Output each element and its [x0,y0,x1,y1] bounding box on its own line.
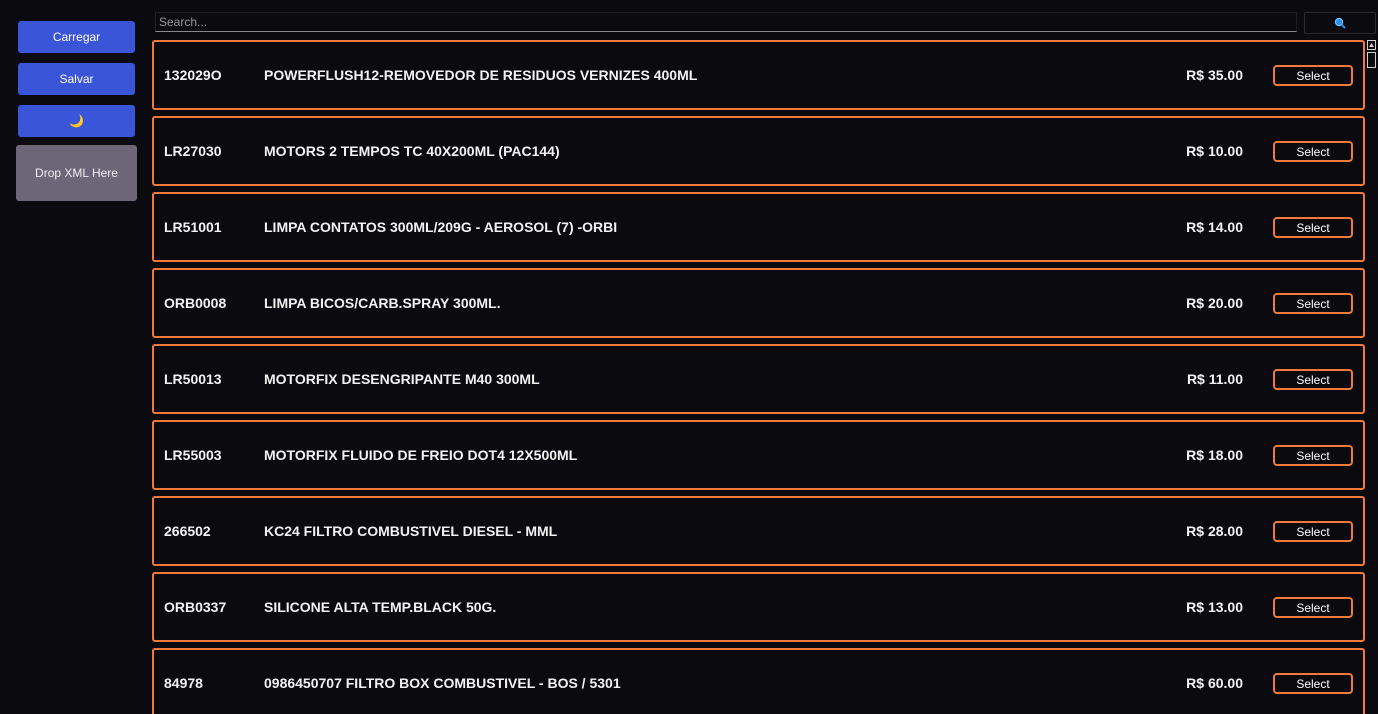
select-button[interactable]: Select [1273,369,1353,390]
product-description: MOTORS 2 TEMPOS TC 40X200ML (PAC144) [264,143,560,159]
xml-drop-zone[interactable]: Drop XML Here [16,145,137,201]
product-row: LR27030 MOTORS 2 TEMPOS TC 40X200ML (PAC1… [152,116,1365,186]
product-list: 132029O POWERFLUSH12-REMOVEDOR DE RESIDUO… [152,40,1365,714]
theme-toggle-button[interactable]: 🌙 [18,105,135,137]
select-button[interactable]: Select [1273,673,1353,694]
product-price: R$ 28.00 [1186,523,1243,539]
search-button[interactable] [1304,12,1376,34]
select-button[interactable]: Select [1273,217,1353,238]
product-row: ORB0008 LIMPA BICOS/CARB.SPRAY 300ML. R$ 2… [152,268,1365,338]
product-description: LIMPA BICOS/CARB.SPRAY 300ML. [264,295,501,311]
select-button[interactable]: Select [1273,521,1353,542]
save-button[interactable]: Salvar [18,63,135,95]
product-code: 84978 [164,675,203,691]
product-row: 266502 KC24 FILTRO COMBUSTIVEL DIESEL - M… [152,496,1365,566]
search-input[interactable] [155,12,1297,32]
select-button[interactable]: Select [1273,445,1353,466]
load-button[interactable]: Carregar [18,21,135,53]
product-description: MOTORFIX FLUIDO DE FREIO DOT4 12X500ML [264,447,578,463]
product-code: 266502 [164,523,211,539]
scroll-up-arrow[interactable] [1367,40,1376,50]
product-row: ORB0337 SILICONE ALTA TEMP.BLACK 50G. R$ 1… [152,572,1365,642]
select-button[interactable]: Select [1273,597,1353,618]
product-row: LR51001 LIMPA CONTATOS 300ML/209G - AEROS… [152,192,1365,262]
product-price: R$ 13.00 [1186,599,1243,615]
scroll-thumb[interactable] [1367,52,1376,68]
product-price: R$ 11.00 [1186,371,1243,387]
product-code: LR55003 [164,447,222,463]
product-description: POWERFLUSH12-REMOVEDOR DE RESIDUOS VERNI… [264,67,698,83]
product-description: 0986450707 FILTRO BOX COMBUSTIVEL - BOS … [264,675,621,691]
product-description: LIMPA CONTATOS 300ML/209G - AEROSOL (7) … [264,219,618,235]
product-code: LR27030 [164,143,222,159]
search-icon [1334,17,1346,29]
product-description: KC24 FILTRO COMBUSTIVEL DIESEL - MML [264,523,558,539]
select-button[interactable]: Select [1273,65,1353,86]
product-price: R$ 14.00 [1186,219,1243,235]
select-button[interactable]: Select [1273,141,1353,162]
select-button[interactable]: Select [1273,293,1353,314]
product-description: SILICONE ALTA TEMP.BLACK 50G. [264,599,497,615]
product-price: R$ 60.00 [1186,675,1243,691]
product-code: ORB0008 [164,295,227,311]
product-row: LR55003 MOTORFIX FLUIDO DE FREIO DOT4 12X… [152,420,1365,490]
product-row: LR50013 MOTORFIX DESENGRIPANTE M40 300ML R… [152,344,1365,414]
product-row: 132029O POWERFLUSH12-REMOVEDOR DE RESIDUO… [152,40,1365,110]
product-price: R$ 18.00 [1186,447,1243,463]
moon-icon: 🌙 [69,114,84,128]
product-price: R$ 20.00 [1186,295,1243,311]
sidebar: Carregar Salvar 🌙 Drop XML Here [0,0,150,714]
product-code: 132029O [164,67,222,83]
product-code: ORB0337 [164,599,227,615]
product-price: R$ 35.00 [1186,67,1243,83]
product-code: LR50013 [164,371,222,387]
product-code: LR51001 [164,219,222,235]
product-description: MOTORFIX DESENGRIPANTE M40 300ML [264,371,540,387]
product-row: 84978 0986450707 FILTRO BOX COMBUSTIVEL -… [152,648,1365,714]
scrollbar[interactable] [1367,40,1376,714]
product-price: R$ 10.00 [1186,143,1243,159]
